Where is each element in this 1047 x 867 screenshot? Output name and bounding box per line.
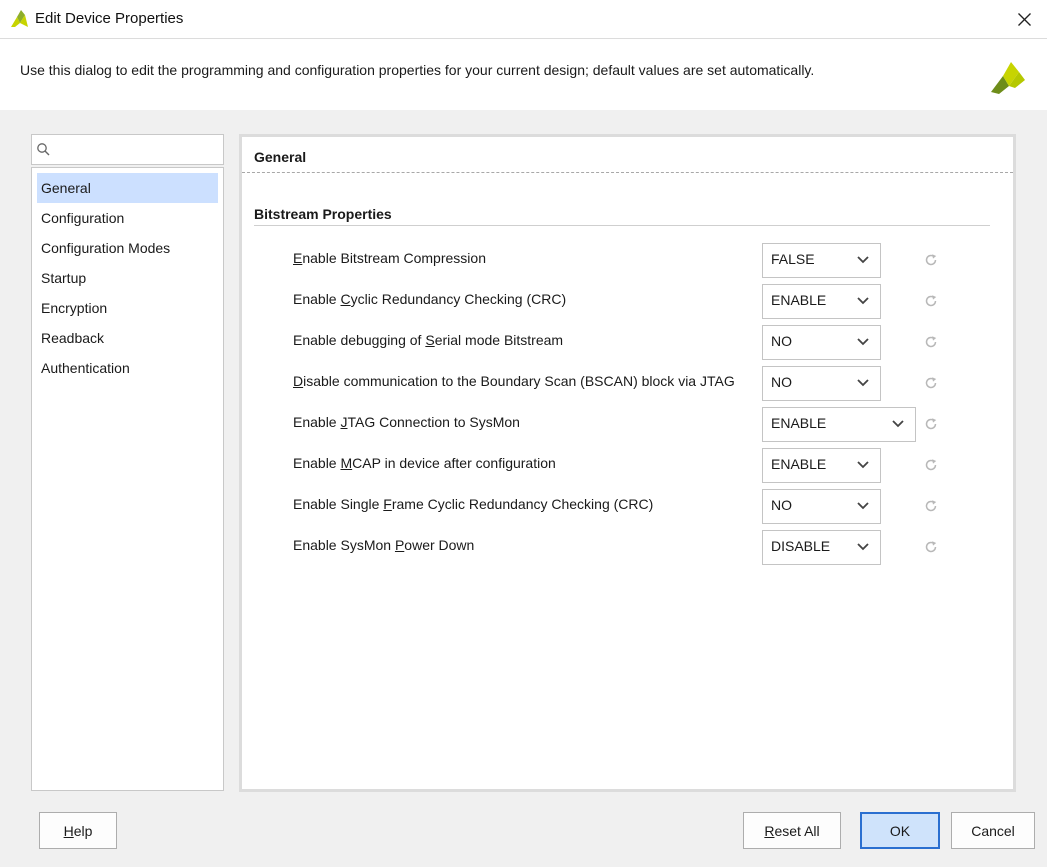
- property-dropdown[interactable]: FALSE: [762, 243, 881, 278]
- title-bar: Edit Device Properties: [0, 0, 1047, 39]
- reset-all-button[interactable]: Reset All: [743, 812, 841, 849]
- reset-default-icon[interactable]: [924, 335, 938, 349]
- property-row-single-frame-crc: Enable Single Frame Cyclic Redundancy Ch…: [242, 489, 1013, 525]
- search-input[interactable]: [54, 138, 219, 161]
- category-list: General Configuration Configuration Mode…: [31, 167, 224, 791]
- dropdown-value: DISABLE: [771, 538, 831, 554]
- window-title: Edit Device Properties: [35, 10, 184, 27]
- dropdown-value: ENABLE: [771, 415, 827, 431]
- property-label: Enable debugging of Serial mode Bitstrea…: [293, 332, 564, 348]
- property-label: Enable JTAG Connection to SysMon: [293, 414, 520, 430]
- chevron-down-icon: [857, 502, 869, 510]
- reset-default-icon[interactable]: [924, 417, 938, 431]
- chevron-down-icon: [892, 420, 904, 428]
- reset-default-icon[interactable]: [924, 499, 938, 513]
- chevron-down-icon: [857, 379, 869, 387]
- property-row-bscan-disable: Disable communication to the Boundary Sc…: [242, 366, 1013, 402]
- reset-default-icon[interactable]: [924, 253, 938, 267]
- property-dropdown[interactable]: NO: [762, 366, 881, 401]
- ok-button[interactable]: OK: [860, 812, 940, 849]
- property-dropdown[interactable]: NO: [762, 489, 881, 524]
- help-button[interactable]: Help: [39, 812, 117, 849]
- search-icon: [37, 143, 50, 156]
- nav-item-startup[interactable]: Startup: [37, 263, 218, 293]
- property-row-sysmon-power-down: Enable SysMon Power Down DISABLE: [242, 530, 1013, 566]
- section-title: General: [254, 149, 307, 165]
- property-row-jtag-sysmon: Enable JTAG Connection to SysMon ENABLE: [242, 407, 1013, 443]
- chevron-down-icon: [857, 338, 869, 346]
- property-dropdown[interactable]: DISABLE: [762, 530, 881, 565]
- main-area: General Configuration Configuration Mode…: [0, 110, 1047, 867]
- property-dropdown[interactable]: ENABLE: [762, 407, 916, 442]
- dialog-header: Use this dialog to edit the programming …: [0, 40, 1047, 110]
- close-button[interactable]: [1001, 0, 1047, 39]
- property-dropdown[interactable]: ENABLE: [762, 448, 881, 483]
- reset-default-icon[interactable]: [924, 376, 938, 390]
- chevron-down-icon: [857, 461, 869, 469]
- chevron-down-icon: [857, 256, 869, 264]
- chevron-down-icon: [857, 543, 869, 551]
- nav-item-configuration[interactable]: Configuration: [37, 203, 218, 233]
- property-label: Enable SysMon Power Down: [293, 537, 475, 553]
- group-divider: [254, 225, 990, 226]
- cancel-button[interactable]: Cancel: [951, 812, 1035, 849]
- search-box: [31, 134, 224, 165]
- property-row-crc: Enable Cyclic Redundancy Checking (CRC) …: [242, 284, 1013, 320]
- property-row-serial-debug: Enable debugging of Serial mode Bitstrea…: [242, 325, 1013, 361]
- nav-item-readback[interactable]: Readback: [37, 323, 218, 353]
- property-row-mcap: Enable MCAP in device after configuratio…: [242, 448, 1013, 484]
- property-label: Disable communication to the Boundary Sc…: [293, 373, 735, 389]
- chevron-down-icon: [857, 297, 869, 305]
- property-label: Enable Bitstream Compression: [293, 250, 486, 266]
- dropdown-value: NO: [771, 374, 792, 390]
- properties-panel: General Bitstream Properties Enable Bits…: [239, 134, 1016, 792]
- dropdown-value: NO: [771, 333, 792, 349]
- section-divider: [242, 172, 1013, 173]
- dropdown-value: FALSE: [771, 251, 815, 267]
- property-row-bitstream-compression: Enable Bitstream Compression FALSE: [242, 243, 1013, 279]
- xilinx-logo-icon: [11, 10, 28, 27]
- nav-item-general[interactable]: General: [37, 173, 218, 203]
- property-dropdown[interactable]: NO: [762, 325, 881, 360]
- property-dropdown[interactable]: ENABLE: [762, 284, 881, 319]
- nav-item-authentication[interactable]: Authentication: [37, 353, 218, 383]
- property-label: Enable Cyclic Redundancy Checking (CRC): [293, 291, 567, 307]
- nav-item-encryption[interactable]: Encryption: [37, 293, 218, 323]
- dropdown-value: ENABLE: [771, 292, 827, 308]
- reset-default-icon[interactable]: [924, 458, 938, 472]
- dropdown-value: ENABLE: [771, 456, 827, 472]
- reset-default-icon[interactable]: [924, 540, 938, 554]
- property-label: Enable Single Frame Cyclic Redundancy Ch…: [293, 496, 654, 512]
- dialog-description: Use this dialog to edit the programming …: [20, 62, 815, 78]
- reset-default-icon[interactable]: [924, 294, 938, 308]
- property-label: Enable MCAP in device after configuratio…: [293, 455, 556, 471]
- dropdown-value: NO: [771, 497, 792, 513]
- close-icon: [1017, 13, 1031, 26]
- xilinx-brand-logo-icon: [991, 62, 1025, 94]
- group-title: Bitstream Properties: [254, 206, 392, 222]
- nav-item-configuration-modes[interactable]: Configuration Modes: [37, 233, 218, 263]
